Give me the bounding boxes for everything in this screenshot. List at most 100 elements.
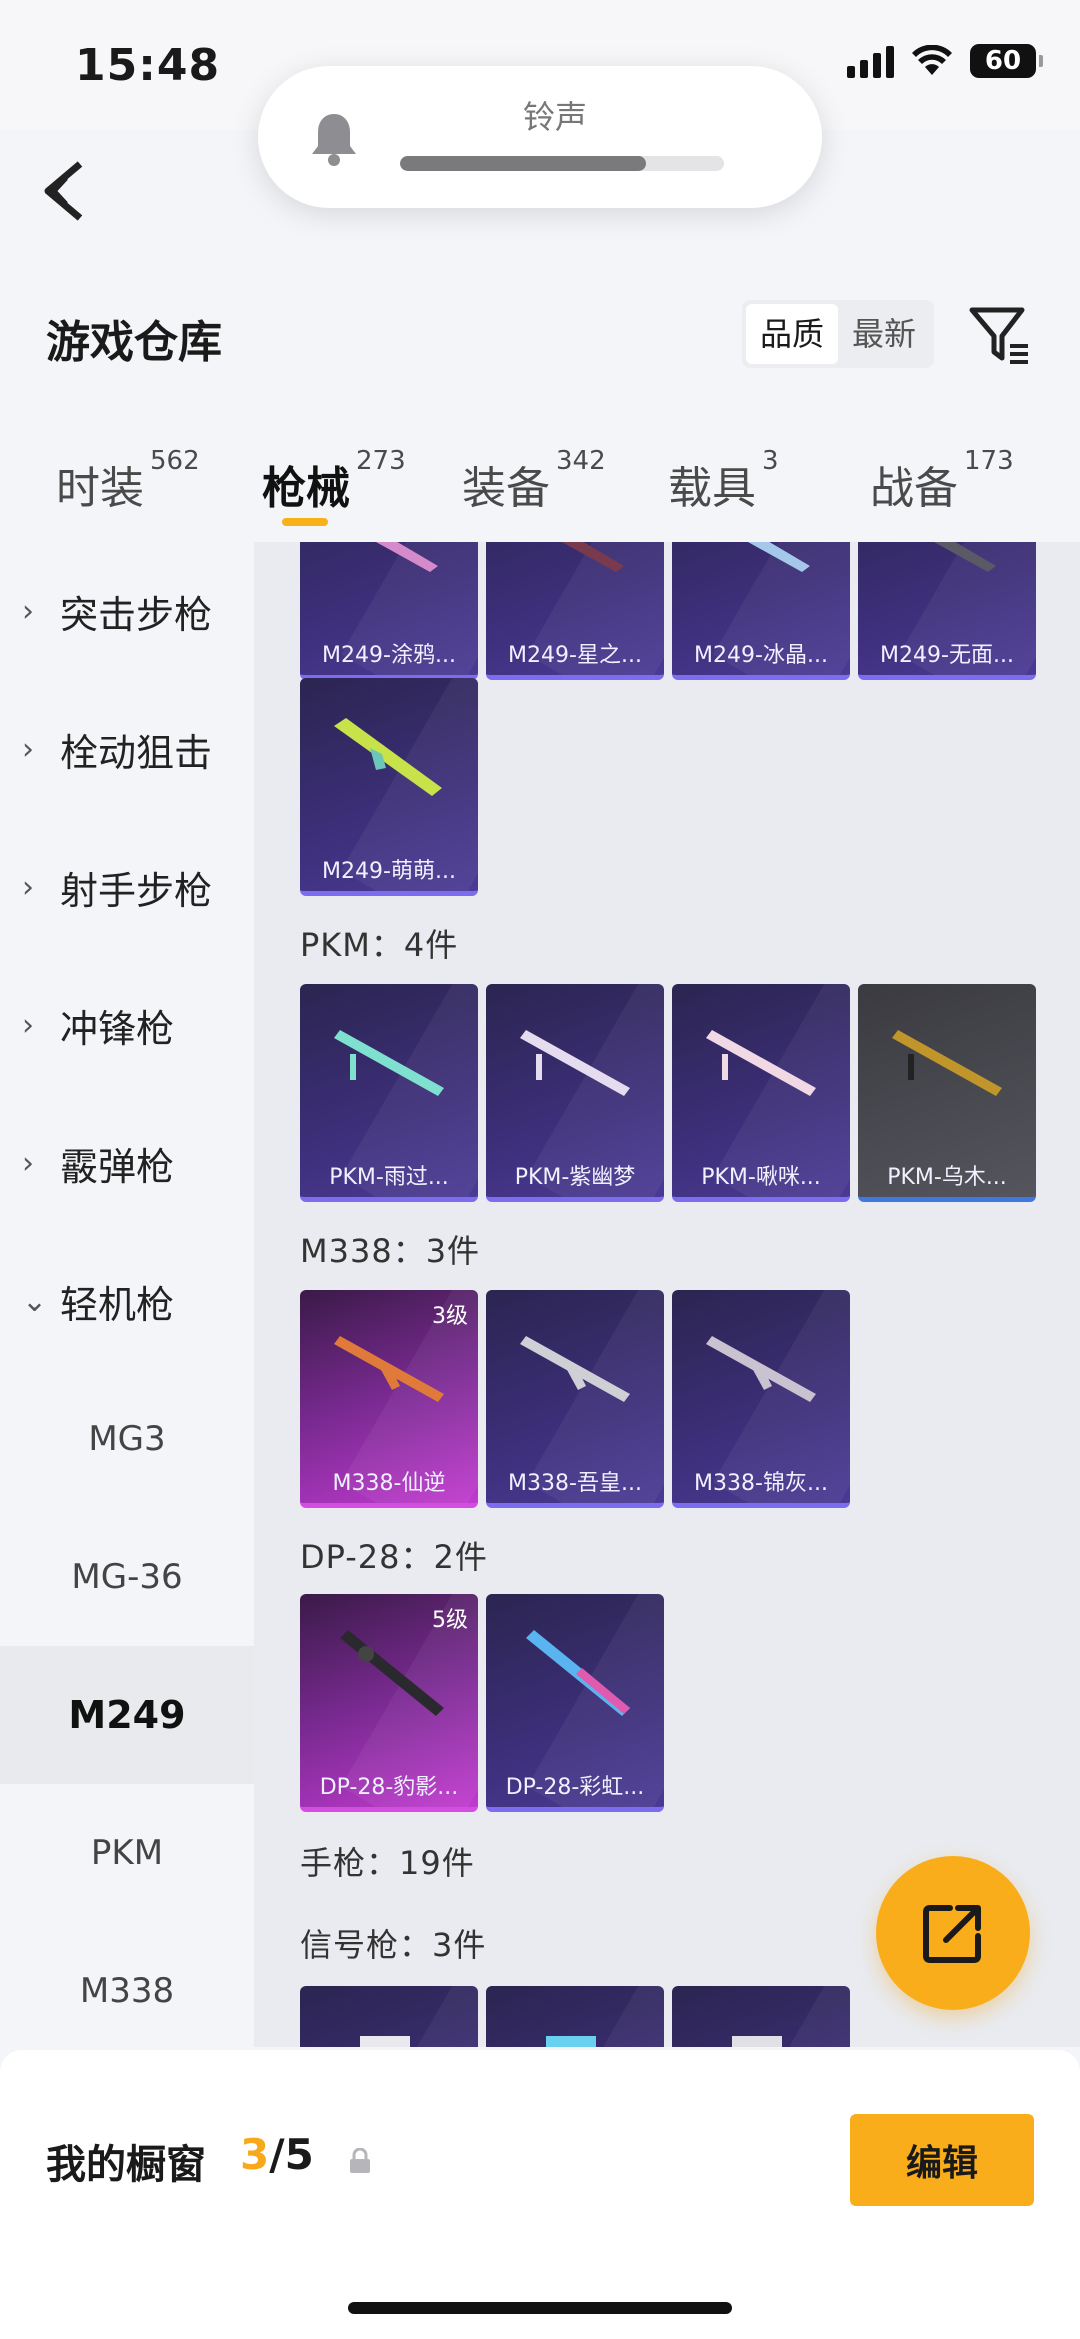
item-card[interactable]: 5级 DP-28-豹影... bbox=[300, 1594, 478, 1812]
gun-icon bbox=[376, 542, 438, 572]
edit-button[interactable]: 编辑 bbox=[850, 2114, 1034, 2206]
sidebar-item-bolt-sniper[interactable]: › 栓动狙击 bbox=[0, 680, 254, 818]
showcase-current: 3 bbox=[240, 2130, 270, 2179]
chevron-right-icon: › bbox=[22, 869, 34, 905]
group-title-flare: 信号枪：3件 bbox=[300, 1926, 487, 1964]
home-indicator bbox=[348, 2302, 732, 2314]
item-name: M338-锦灰... bbox=[694, 1471, 828, 1496]
filter-icon[interactable] bbox=[966, 302, 1032, 368]
share-icon bbox=[923, 1905, 981, 1963]
gun-icon bbox=[360, 2036, 410, 2047]
item-name: DP-28-彩虹... bbox=[505, 1775, 645, 1800]
item-card[interactable]: M338-锦灰... bbox=[672, 1290, 850, 1508]
item-card[interactable]: M249-冰晶... bbox=[672, 542, 850, 680]
chevron-right-icon: › bbox=[22, 731, 34, 767]
gun-icon bbox=[706, 1336, 816, 1402]
item-card[interactable]: PKM-紫幽梦 bbox=[486, 984, 664, 1202]
item-card[interactable]: PKM-乌木... bbox=[858, 984, 1036, 1202]
tab-label: 载具 bbox=[668, 463, 756, 514]
status-time: 15:48 bbox=[75, 40, 221, 91]
item-name: M249-涂鸦... bbox=[322, 643, 456, 668]
group-title-pkm: PKM：4件 bbox=[300, 926, 459, 964]
share-button[interactable] bbox=[876, 1856, 1030, 2010]
tab-vehicles[interactable]: 载具3 bbox=[668, 446, 779, 516]
item-card[interactable] bbox=[300, 1986, 478, 2047]
gun-icon bbox=[748, 542, 810, 572]
tab-guns[interactable]: 枪械273 bbox=[262, 446, 406, 516]
showcase-total: /5 bbox=[269, 2130, 314, 2179]
gun-icon bbox=[526, 1630, 630, 1716]
sidebar-sub-mg3[interactable]: MG3 bbox=[0, 1370, 254, 1508]
back-icon[interactable] bbox=[36, 156, 96, 226]
item-card[interactable]: M338-吾皇... bbox=[486, 1290, 664, 1508]
volume-fill bbox=[400, 156, 647, 171]
gun-icon bbox=[562, 542, 624, 572]
item-card[interactable] bbox=[486, 1986, 664, 2047]
item-name: M249-星之... bbox=[508, 643, 642, 668]
item-card[interactable]: M249-涂鸦... bbox=[300, 542, 478, 680]
tab-supplies[interactable]: 战备173 bbox=[870, 446, 1014, 516]
sidebar: › 突击步枪 › 栓动狙击 › 射手步枪 › 冲锋枪 › 霰弹枪 ⌄ 轻机枪 MG3 MG-… bbox=[0, 542, 254, 2052]
item-card[interactable]: M249-萌萌... bbox=[300, 678, 478, 896]
gun-icon bbox=[706, 1030, 816, 1096]
item-card[interactable]: M249-无面... bbox=[858, 542, 1036, 680]
item-name: PKM-乌木... bbox=[887, 1165, 1007, 1190]
gun-icon bbox=[334, 1030, 444, 1096]
sidebar-sub-mg36[interactable]: MG-36 bbox=[0, 1508, 254, 1646]
category-tabs: 时装562 枪械273 装备342 载具3 战备173 bbox=[0, 440, 1080, 540]
lock-icon bbox=[350, 2148, 370, 2173]
sidebar-item-smg[interactable]: › 冲锋枪 bbox=[0, 956, 254, 1094]
status-icons: 60 bbox=[847, 44, 1043, 78]
item-name: PKM-紫幽梦 bbox=[514, 1165, 636, 1190]
page-title: 游戏仓库 bbox=[46, 317, 222, 368]
tab-label: 战备 bbox=[870, 463, 958, 514]
sidebar-sub-m338[interactable]: M338 bbox=[0, 1922, 254, 2060]
sidebar-item-marksman[interactable]: › 射手步枪 bbox=[0, 818, 254, 956]
item-name: M249-萌萌... bbox=[322, 859, 456, 884]
sidebar-sub-m249[interactable]: M249 bbox=[0, 1646, 254, 1784]
gun-icon bbox=[934, 542, 996, 572]
gun-icon bbox=[892, 1030, 1002, 1096]
tab-count: 3 bbox=[762, 446, 779, 476]
volume-track bbox=[400, 156, 724, 171]
tab-label: 装备 bbox=[462, 463, 550, 514]
sort-toggle[interactable]: 品质 最新 bbox=[742, 300, 935, 368]
item-card[interactable]: PKM-雨过... bbox=[300, 984, 478, 1202]
sidebar-sub-pkm[interactable]: PKM bbox=[0, 1784, 254, 1922]
item-name: M249-无面... bbox=[880, 643, 1014, 668]
sort-quality-option[interactable]: 品质 bbox=[746, 304, 839, 364]
showcase-count: 3/5 bbox=[240, 2130, 314, 2179]
item-card[interactable]: PKM-啾咪... bbox=[672, 984, 850, 1202]
group-title-pistol: 手枪：19件 bbox=[300, 1844, 475, 1882]
sort-latest-option[interactable]: 最新 bbox=[838, 304, 930, 364]
tab-active-indicator bbox=[282, 518, 328, 526]
tab-equipment[interactable]: 装备342 bbox=[462, 446, 606, 516]
group-title-m338: M338：3件 bbox=[300, 1232, 481, 1270]
item-card[interactable] bbox=[672, 1986, 850, 2047]
gun-icon bbox=[334, 718, 442, 796]
item-name: M338-仙逆 bbox=[332, 1471, 446, 1496]
tab-count: 173 bbox=[964, 446, 1014, 476]
group-title-dp28: DP-28：2件 bbox=[300, 1538, 488, 1576]
volume-hud: 铃声 bbox=[258, 66, 822, 208]
item-grid: M249-涂鸦... M249-星之... M249-冰晶... M249-无面… bbox=[254, 542, 1080, 2047]
tab-fashion[interactable]: 时装562 bbox=[56, 446, 200, 516]
signal-icon bbox=[847, 44, 894, 78]
item-card[interactable]: M249-星之... bbox=[486, 542, 664, 680]
battery-level: 60 bbox=[984, 46, 1022, 76]
chevron-right-icon: › bbox=[22, 1145, 34, 1181]
item-name: M338-吾皇... bbox=[508, 1471, 642, 1496]
sidebar-item-shotgun[interactable]: › 霰弹枪 bbox=[0, 1094, 254, 1232]
item-card[interactable]: 3级 M338-仙逆 bbox=[300, 1290, 478, 1508]
item-name: M249-冰晶... bbox=[694, 643, 828, 668]
chevron-down-icon: ⌄ bbox=[22, 1283, 48, 1319]
sidebar-item-assault-rifle[interactable]: › 突击步枪 bbox=[0, 542, 254, 680]
sidebar-item-lmg[interactable]: ⌄ 轻机枪 bbox=[0, 1232, 254, 1370]
gun-icon bbox=[334, 1336, 444, 1402]
showcase-label: 我的橱窗 bbox=[46, 2142, 206, 2188]
gun-icon bbox=[520, 1336, 630, 1402]
item-card[interactable]: DP-28-彩虹... bbox=[486, 1594, 664, 1812]
battery-icon: 60 bbox=[970, 44, 1043, 78]
item-name: PKM-雨过... bbox=[329, 1165, 449, 1190]
tab-label: 时装 bbox=[56, 463, 144, 514]
